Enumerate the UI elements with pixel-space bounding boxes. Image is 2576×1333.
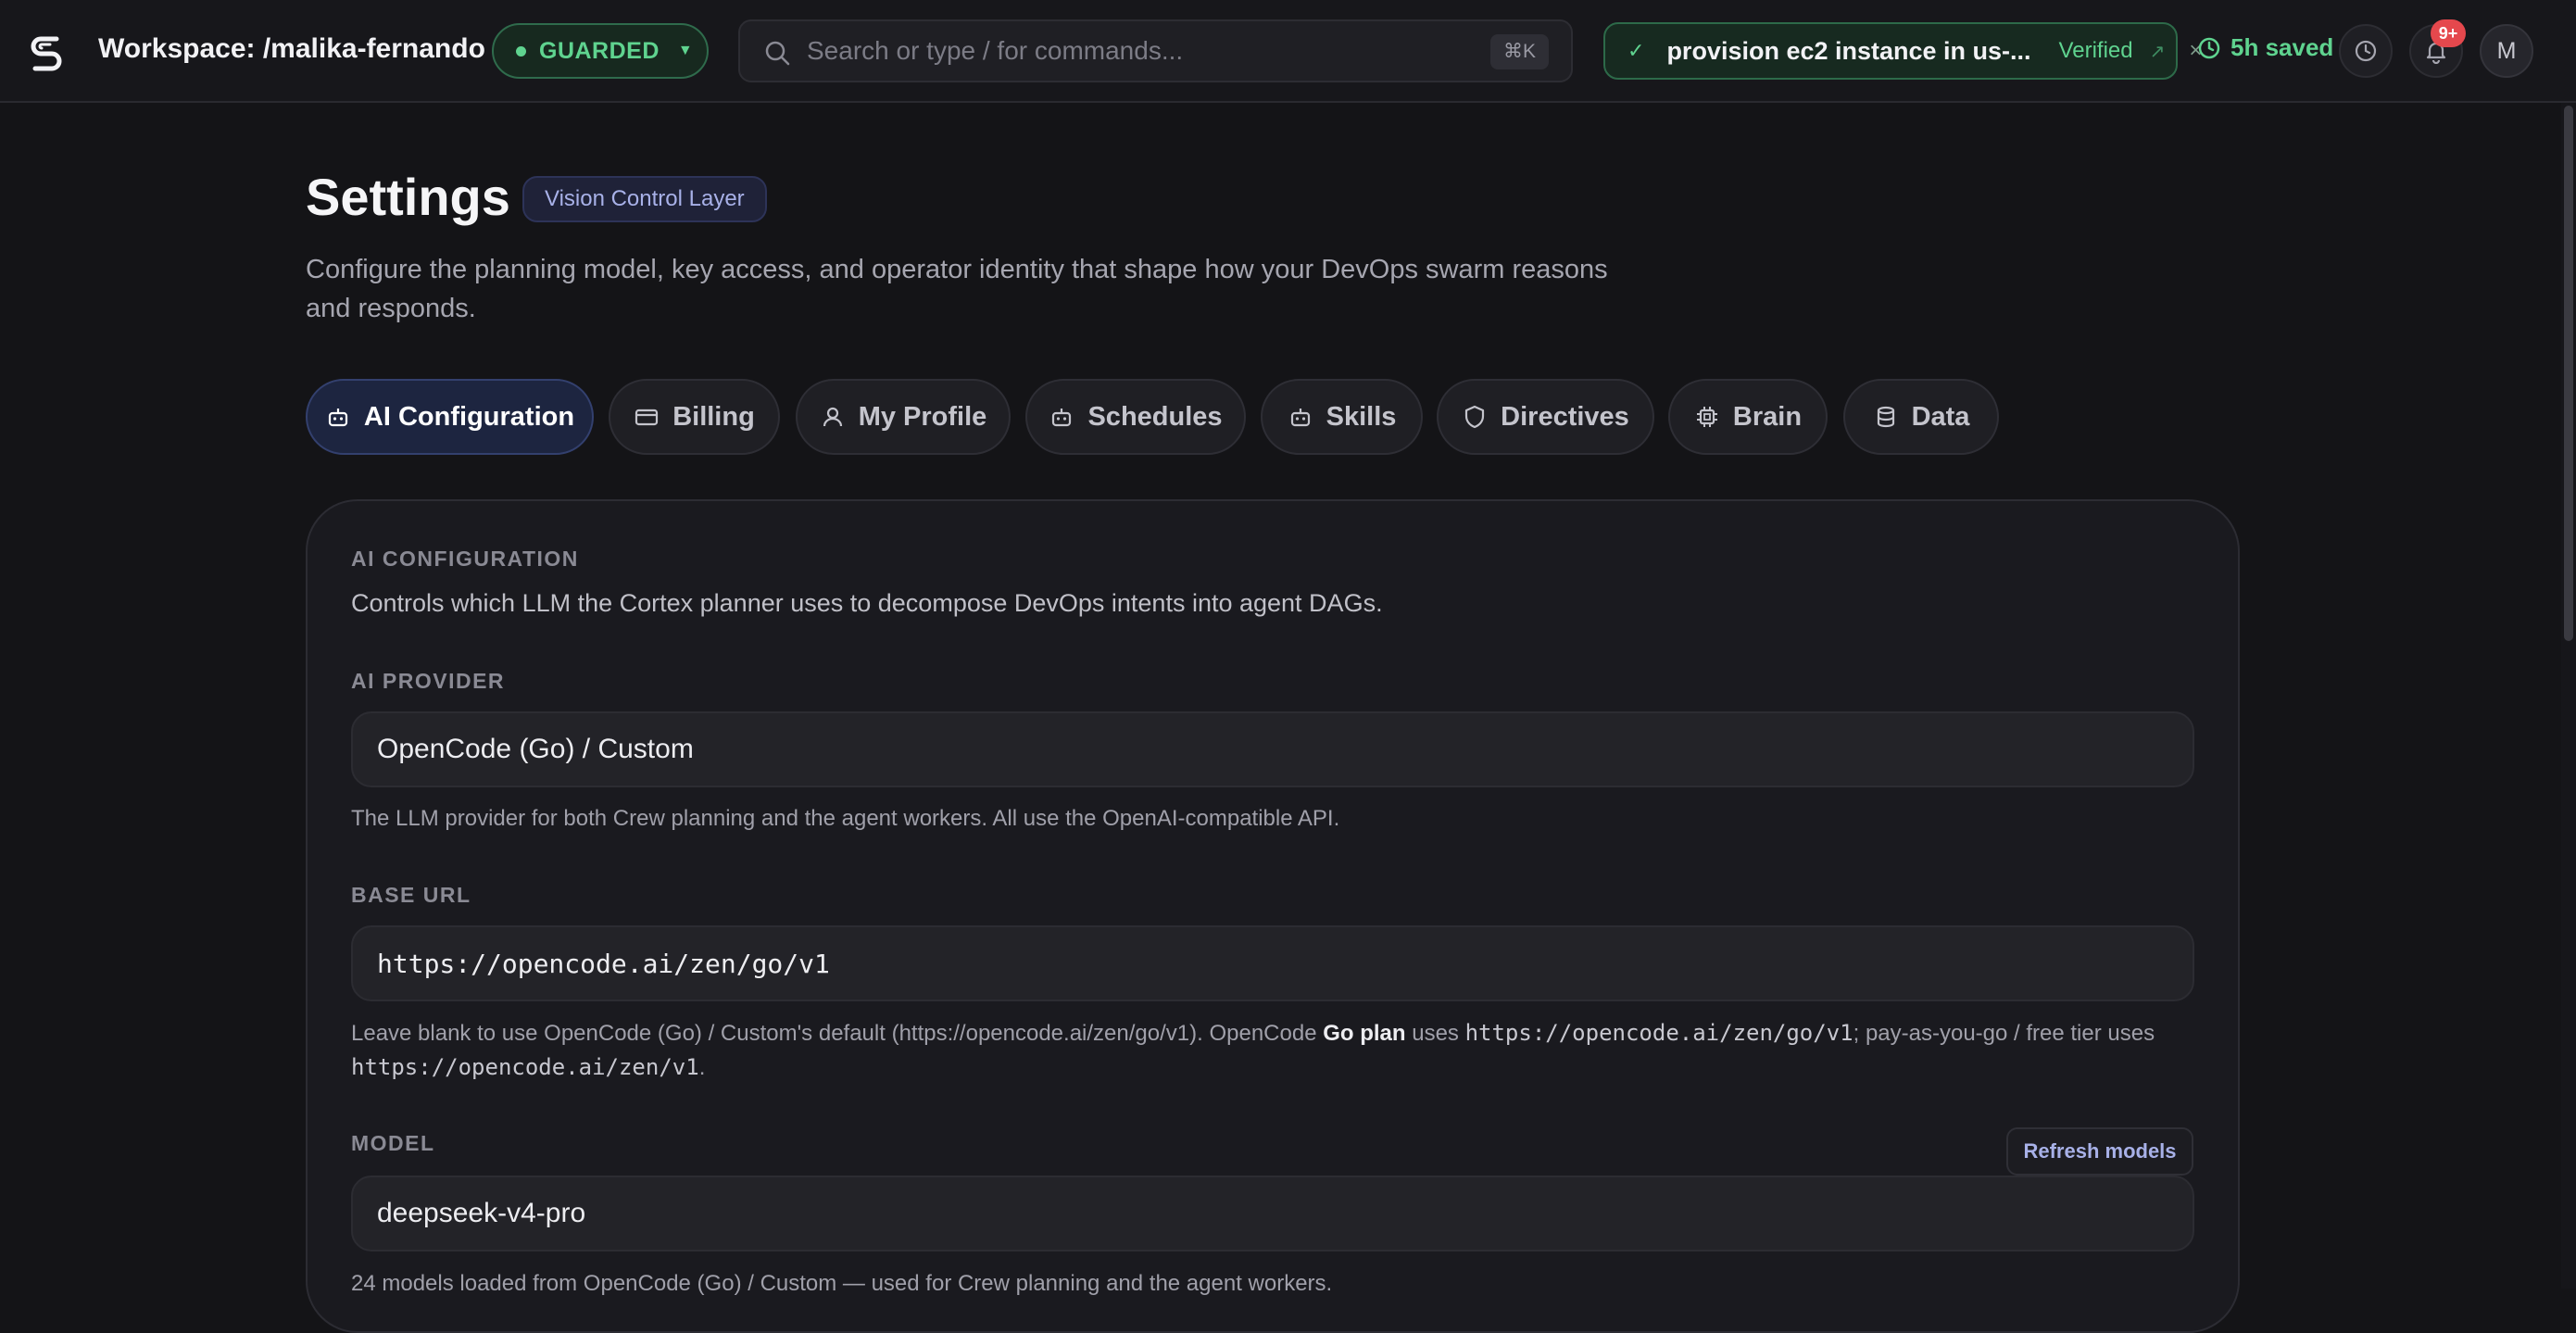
tab-data[interactable]: Data <box>1843 379 1999 455</box>
tab-label: Data <box>1911 401 1970 432</box>
app-logo-icon[interactable] <box>26 31 67 72</box>
provider-select[interactable]: OpenCode (Go) / Custom <box>351 711 2194 787</box>
tab-label: My Profile <box>858 401 987 432</box>
task-status-pill[interactable]: ✓ provision ec2 instance in us-... Verif… <box>1603 22 2202 80</box>
base-url-help: Leave blank to use OpenCode (Go) / Custo… <box>351 1016 2204 1085</box>
check-icon: ✓ <box>1627 39 1645 62</box>
search-input[interactable] <box>807 21 1437 81</box>
history-button[interactable] <box>2339 24 2393 78</box>
page-subtitle: Configure the planning model, key access… <box>306 255 1608 323</box>
model-help: 24 models loaded from OpenCode (Go) / Cu… <box>351 1271 1333 1296</box>
tab-brain[interactable]: Brain <box>1668 379 1828 455</box>
task-verified-label: Verified <box>2058 38 2133 63</box>
help-code: https://opencode.ai/zen/go/v1 <box>1464 1020 1853 1046</box>
help-text: uses <box>1405 1021 1465 1046</box>
status-dot-icon <box>516 45 526 57</box>
time-saved-indicator: 5h saved <box>2197 33 2333 62</box>
tab-ai-configuration[interactable]: AI Configuration <box>306 379 594 455</box>
guard-status-label: GUARDED <box>539 37 660 64</box>
user-icon <box>823 407 842 427</box>
tab-directives[interactable]: Directives <box>1437 379 1654 455</box>
tab-billing[interactable]: Billing <box>609 379 780 455</box>
help-text: . <box>698 1055 706 1080</box>
workspace-title[interactable]: Workspace: /malika-fernando <box>98 33 485 65</box>
model-select[interactable]: deepseek-v4-pro <box>351 1176 2194 1251</box>
tab-label: Billing <box>672 401 755 432</box>
top-bar: Workspace: /malika-fernando GUARDED ▼ ⌘K… <box>0 0 2576 103</box>
chevron-down-icon: ▼ <box>677 43 694 58</box>
layer-badge: Vision Control Layer <box>522 176 767 222</box>
avatar[interactable]: M <box>2480 24 2533 78</box>
search-icon <box>765 41 790 66</box>
help-text: Leave blank to use OpenCode (Go) / Custo… <box>351 1021 1324 1046</box>
database-icon <box>1877 406 1894 428</box>
tab-skills[interactable]: Skills <box>1261 379 1423 455</box>
shortcut-hint: ⌘K <box>1489 34 1549 69</box>
provider-label: AI PROVIDER <box>351 669 506 693</box>
section-title: AI CONFIGURATION <box>351 547 579 571</box>
tab-label: Schedules <box>1087 401 1223 432</box>
scrollbar-thumb[interactable] <box>2564 106 2573 641</box>
bot-icon <box>1052 409 1072 427</box>
refresh-models-button[interactable]: Refresh models <box>2006 1127 2193 1176</box>
provider-help: The LLM provider for both Crew planning … <box>351 806 1340 831</box>
bot-icon <box>328 409 348 427</box>
time-saved-label: 5h saved <box>2230 33 2334 61</box>
tab-my-profile[interactable]: My Profile <box>796 379 1011 455</box>
external-link-icon[interactable]: ↗ <box>2150 40 2166 63</box>
help-text: ; pay-as-you-go / free tier uses <box>1853 1021 2155 1046</box>
clock-icon <box>2198 37 2220 58</box>
page-title: Settings <box>306 168 510 226</box>
tab-label: Skills <box>1326 401 1397 432</box>
help-bold: Go plan <box>1323 1021 1406 1046</box>
notification-count-badge: 9+ <box>2431 19 2466 47</box>
tab-schedules[interactable]: Schedules <box>1025 379 1246 455</box>
base-url-field[interactable]: https://opencode.ai/zen/go/v1 <box>351 925 2194 1001</box>
tab-label: AI Configuration <box>363 401 575 432</box>
command-search[interactable]: ⌘K <box>738 19 1573 82</box>
bot-icon <box>1290 409 1310 427</box>
guard-status-dropdown[interactable]: GUARDED ▼ <box>492 23 709 79</box>
tab-label: Directives <box>1501 401 1629 432</box>
section-description: Controls which LLM the Cortex planner us… <box>351 589 1383 617</box>
base-url-label: BASE URL <box>351 883 471 907</box>
history-icon <box>2355 40 2377 62</box>
shield-icon <box>1465 405 1485 429</box>
model-label: MODEL <box>351 1131 435 1155</box>
tab-label: Brain <box>1732 401 1803 432</box>
help-code: https://opencode.ai/zen/v1 <box>351 1054 699 1080</box>
credit-card-icon <box>635 409 659 426</box>
task-name: provision ec2 instance in us-... <box>1666 36 2031 65</box>
cpu-icon <box>1696 407 1717 427</box>
